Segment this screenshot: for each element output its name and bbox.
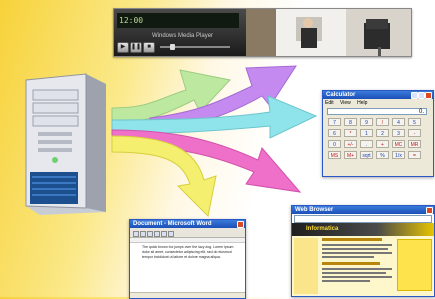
menu-help[interactable]: Help xyxy=(357,100,367,106)
save-icon[interactable] xyxy=(147,231,153,237)
close-icon[interactable] xyxy=(425,92,432,99)
minimize-icon[interactable] xyxy=(411,92,418,99)
calc-key[interactable]: 3 xyxy=(392,129,405,137)
calc-key[interactable]: 2 xyxy=(376,129,389,137)
calc-key[interactable]: + xyxy=(376,140,389,148)
calculator-display: 0. xyxy=(327,108,427,115)
open-folder-icon[interactable] xyxy=(140,231,146,237)
calc-key[interactable]: % xyxy=(376,151,389,159)
pause-button[interactable]: ❚❚ xyxy=(130,42,142,53)
close-icon[interactable] xyxy=(426,207,433,214)
calc-key[interactable]: M+ xyxy=(344,151,357,159)
word-title: Document - Microsoft Word xyxy=(133,221,212,227)
calc-key[interactable]: MC xyxy=(392,140,405,148)
calc-key[interactable]: 0 xyxy=(328,140,341,148)
play-button[interactable]: ▶ xyxy=(117,42,129,53)
calculator-menu: Edit View Help xyxy=(325,100,372,106)
copy-icon[interactable] xyxy=(168,231,174,237)
calc-key[interactable]: 8 xyxy=(344,118,357,126)
calc-key[interactable]: 7 xyxy=(328,118,341,126)
calc-key[interactable]: 1 xyxy=(360,129,373,137)
maximize-icon[interactable] xyxy=(418,92,425,99)
video-frame xyxy=(246,9,411,56)
web-right-sidebar xyxy=(397,239,432,291)
seek-handle[interactable] xyxy=(170,44,175,50)
calc-key[interactable]: . xyxy=(360,140,373,148)
calc-key[interactable]: 5 xyxy=(408,118,421,126)
calc-key[interactable]: * xyxy=(344,129,357,137)
calculator-keypad: 7 8 9/4 5 6 * 1 2 3- 0 +/-. + MC MR MS M+ sqrt% 1/x = xyxy=(326,118,430,174)
site-banner: Informatica xyxy=(292,223,434,236)
calculator-title: Calculator xyxy=(326,92,356,98)
word-titlebar: Document - Microsoft Word xyxy=(130,220,245,228)
calc-key[interactable]: - xyxy=(408,129,421,137)
calc-key[interactable]: +/- xyxy=(344,140,357,148)
print-icon[interactable] xyxy=(154,231,160,237)
web-browser-window[interactable]: Web Browser Informatica xyxy=(291,205,435,297)
ruler xyxy=(130,238,245,243)
menu-edit[interactable]: Edit xyxy=(325,100,334,106)
media-player-window[interactable]: 12:00 Windows Media Player ▶ ❚❚ ■ xyxy=(113,8,412,57)
player-subtitle: Windows Media Player xyxy=(152,33,214,39)
new-document-icon[interactable] xyxy=(133,231,139,237)
calc-key[interactable]: 1/x xyxy=(392,151,405,159)
web-main-column xyxy=(322,238,394,292)
word-status-bar xyxy=(130,292,245,298)
calc-key[interactable]: MR xyxy=(408,140,421,148)
calculator-window[interactable]: Calculator Edit View Help 0. 7 8 9/4 5 6 * 1 2 3… xyxy=(322,90,434,177)
menu-view[interactable]: View xyxy=(340,100,351,106)
media-player-controls: 12:00 Windows Media Player ▶ ❚❚ ■ xyxy=(114,9,246,56)
cut-icon[interactable] xyxy=(161,231,167,237)
calc-key[interactable]: MS xyxy=(328,151,341,159)
calc-key[interactable]: 6 xyxy=(328,129,341,137)
calc-key[interactable]: = xyxy=(408,151,421,159)
browser-title: Web Browser xyxy=(295,207,334,213)
stop-button[interactable]: ■ xyxy=(143,42,155,53)
time-display: 12:00 xyxy=(117,13,239,28)
calc-key[interactable]: / xyxy=(376,118,389,126)
address-bar[interactable] xyxy=(294,215,432,223)
calc-key[interactable]: sqrt xyxy=(360,151,373,159)
document-body-text[interactable]: The quick brown fox jumps over the lazy … xyxy=(142,245,234,260)
word-document-window[interactable]: Document - Microsoft Word The quick brow… xyxy=(129,219,246,299)
calc-key[interactable]: 9 xyxy=(360,118,373,126)
calc-key[interactable]: 4 xyxy=(392,118,405,126)
close-icon[interactable] xyxy=(237,221,244,228)
web-left-column xyxy=(294,238,318,294)
browser-titlebar: Web Browser xyxy=(292,206,434,214)
